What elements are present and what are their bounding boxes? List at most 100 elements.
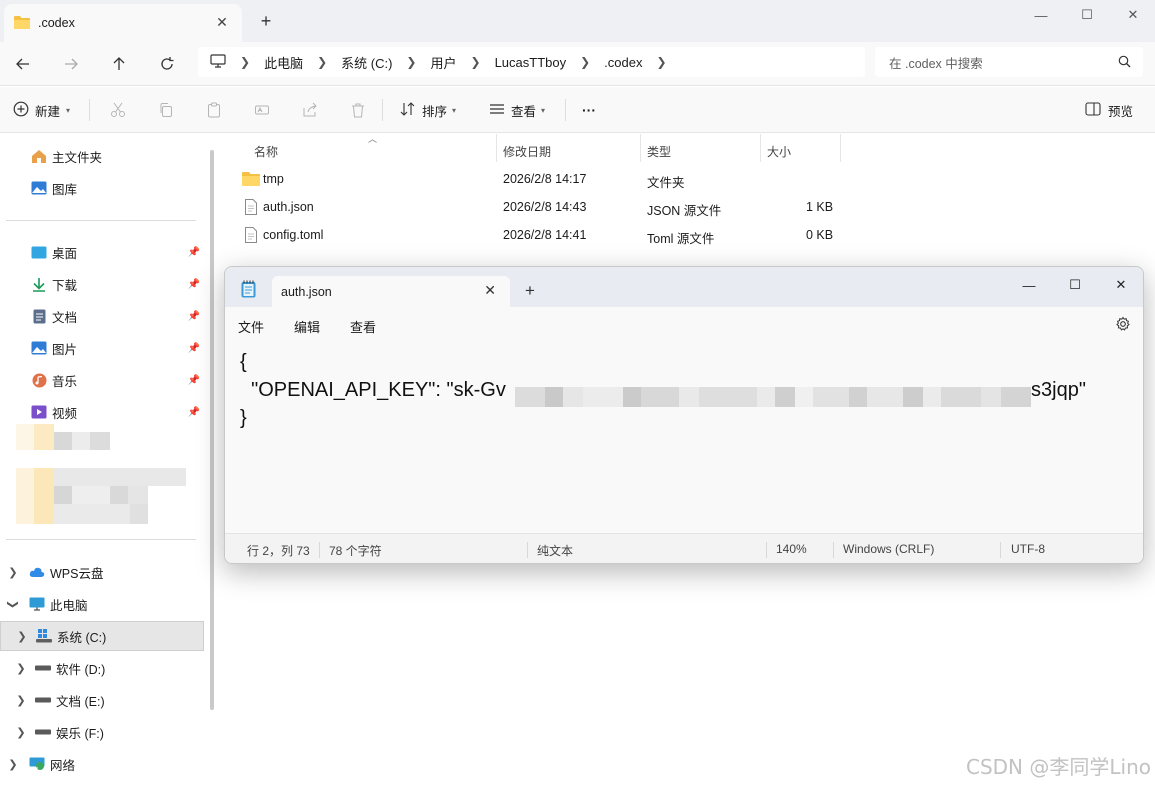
sort-button[interactable]: 排序 ▾ xyxy=(400,99,456,121)
divider xyxy=(319,542,320,558)
chevron-right-icon[interactable]: ❯ xyxy=(15,630,29,643)
refresh-icon[interactable] xyxy=(153,50,181,78)
download-icon xyxy=(30,276,48,292)
sidebar-item-documents[interactable]: 文档 📌 xyxy=(0,303,204,329)
sidebar-item-drive-f[interactable]: ❯ 娱乐 (F:) xyxy=(0,719,204,745)
breadcrumb-chevron-icon[interactable]: ❯ xyxy=(240,55,250,69)
preview-button[interactable]: 预览 xyxy=(1085,99,1133,121)
address-bar[interactable]: ❯ 此电脑 ❯ 系统 (C:) ❯ 用户 ❯ LucasTTboy ❯ .cod… xyxy=(198,47,865,77)
search-icon[interactable] xyxy=(1118,55,1131,71)
chevron-right-icon[interactable]: ❯ xyxy=(14,662,28,675)
up-arrow-icon[interactable] xyxy=(105,50,133,78)
breadcrumb-chevron-icon[interactable]: ❯ xyxy=(580,55,590,69)
pin-icon[interactable]: 📌 xyxy=(188,311,200,322)
folder-icon xyxy=(14,15,30,32)
sidebar-item-music[interactable]: 音乐 📌 xyxy=(0,367,204,393)
breadcrumb-chevron-icon[interactable]: ❯ xyxy=(406,55,416,69)
maximize-icon[interactable]: ☐ xyxy=(1055,271,1095,299)
column-header-size[interactable]: 大小 xyxy=(767,138,791,164)
file-date: 2026/2/8 14:17 xyxy=(503,172,587,186)
chevron-right-icon[interactable]: ❯ xyxy=(14,694,28,707)
search-input[interactable]: 在 .codex 中搜索 xyxy=(875,47,1143,77)
sidebar-item-drive-d[interactable]: ❯ 软件 (D:) xyxy=(0,655,204,681)
chevron-down-icon[interactable]: ❯ xyxy=(7,597,20,611)
sidebar-item-home[interactable]: 主文件夹 xyxy=(0,143,204,169)
sidebar-item-this-pc[interactable]: ❯ 此电脑 xyxy=(0,591,204,617)
explorer-tab[interactable]: .codex ✕ xyxy=(4,4,242,42)
close-tab-icon[interactable]: ✕ xyxy=(214,14,230,30)
sidebar-item-network[interactable]: ❯ 网络 xyxy=(0,751,204,777)
breadcrumb-chevron-icon[interactable]: ❯ xyxy=(656,55,666,69)
file-row[interactable]: config.toml 2026/2/8 14:41 Toml 源文件 0 KB xyxy=(222,222,1155,250)
sidebar-item-desktop[interactable]: 桌面 📌 xyxy=(0,239,204,265)
chevron-right-icon[interactable]: ❯ xyxy=(6,566,20,579)
sidebar-item-downloads[interactable]: 下载 📌 xyxy=(0,271,204,297)
sidebar-item-label: 软件 (D:) xyxy=(56,662,106,677)
menu-edit[interactable]: 编辑 xyxy=(294,317,320,336)
sidebar-item-videos[interactable]: 视频 📌 xyxy=(0,399,204,425)
notepad-tab[interactable]: auth.json ✕ xyxy=(272,276,510,307)
breadcrumb-chevron-icon[interactable]: ❯ xyxy=(471,55,481,69)
text-editor[interactable]: { "OPENAI_API_KEY": "sk-Gv s3jqp" } xyxy=(225,341,1143,533)
sidebar-scrollbar[interactable] xyxy=(210,150,214,710)
sidebar-item-pictures[interactable]: 图片 📌 xyxy=(0,335,204,361)
column-divider[interactable] xyxy=(640,134,641,162)
divider xyxy=(89,99,90,121)
sidebar-item-wps-cloud[interactable]: ❯ WPS云盘 xyxy=(0,559,204,585)
maximize-icon[interactable]: ☐ xyxy=(1064,0,1110,30)
breadcrumb-user[interactable]: LucasTTboy xyxy=(495,55,567,70)
music-icon xyxy=(30,372,48,388)
copy-icon[interactable] xyxy=(156,100,176,120)
sidebar-item-label: 下载 xyxy=(52,278,78,293)
notepad-window: auth.json ✕ + — ☐ ✕ 文件 编辑 查看 { "OPENAI_A… xyxy=(224,266,1144,564)
file-row[interactable]: tmp 2026/2/8 14:17 文件夹 xyxy=(222,166,1155,194)
column-divider[interactable] xyxy=(840,134,841,162)
pin-icon[interactable]: 📌 xyxy=(188,407,200,418)
sidebar-item-gallery[interactable]: 图库 xyxy=(0,175,204,201)
rename-icon[interactable] xyxy=(252,100,272,120)
status-zoom[interactable]: 140% xyxy=(776,542,807,556)
breadcrumb-this-pc[interactable]: 此电脑 xyxy=(264,53,303,72)
new-tab-button[interactable]: + xyxy=(256,11,276,31)
file-row[interactable]: auth.json 2026/2/8 14:43 JSON 源文件 1 KB xyxy=(222,194,1155,222)
pin-icon[interactable]: 📌 xyxy=(188,279,200,290)
close-window-icon[interactable]: ✕ xyxy=(1110,0,1155,30)
back-arrow-icon[interactable] xyxy=(9,50,37,78)
breadcrumb-users[interactable]: 用户 xyxy=(430,53,456,72)
breadcrumb-system-c[interactable]: 系统 (C:) xyxy=(341,53,392,72)
navigation-pane: 主文件夹 图库 桌面 📌 下载 📌 文档 📌 图片 📌 音乐 📌 视频 📌 ❯ … xyxy=(0,134,206,788)
sidebar-item-label: 视频 xyxy=(52,406,78,421)
new-button[interactable]: 新建 ▾ xyxy=(13,99,70,121)
pin-icon[interactable]: 📌 xyxy=(188,343,200,354)
pin-icon[interactable]: 📌 xyxy=(188,375,200,386)
column-divider[interactable] xyxy=(760,134,761,162)
share-icon[interactable] xyxy=(300,100,320,120)
pin-icon[interactable]: 📌 xyxy=(188,247,200,258)
view-button[interactable]: 查看 ▾ xyxy=(489,99,545,121)
column-header-type[interactable]: 类型 xyxy=(647,138,671,164)
column-header-name[interactable]: 名称 xyxy=(254,138,278,164)
breadcrumb-codex[interactable]: .codex xyxy=(604,55,642,70)
menu-view[interactable]: 查看 xyxy=(350,317,376,336)
new-tab-button[interactable]: + xyxy=(525,281,535,301)
explorer-tab-title: .codex xyxy=(38,16,75,30)
close-window-icon[interactable]: ✕ xyxy=(1101,271,1141,299)
status-cursor-position[interactable]: 行 2，列 73 xyxy=(247,542,310,559)
forward-arrow-icon[interactable] xyxy=(57,50,85,78)
column-header-date[interactable]: 修改日期 xyxy=(503,138,551,164)
breadcrumb-chevron-icon[interactable]: ❯ xyxy=(317,55,327,69)
menu-file[interactable]: 文件 xyxy=(238,317,264,336)
paste-icon[interactable] xyxy=(204,100,224,120)
sidebar-item-drive-e[interactable]: ❯ 文档 (E:) xyxy=(0,687,204,713)
gear-icon[interactable] xyxy=(1115,316,1131,335)
chevron-right-icon[interactable]: ❯ xyxy=(14,726,28,739)
minimize-icon[interactable]: — xyxy=(1009,271,1049,299)
more-options-button[interactable]: ··· xyxy=(582,99,596,121)
delete-icon[interactable] xyxy=(348,100,368,120)
sidebar-item-drive-c[interactable]: ❯ 系统 (C:) xyxy=(0,621,204,651)
chevron-right-icon[interactable]: ❯ xyxy=(6,758,20,771)
cut-icon[interactable] xyxy=(108,100,128,120)
close-tab-icon[interactable]: ✕ xyxy=(484,282,496,299)
minimize-icon[interactable]: — xyxy=(1018,0,1064,30)
column-divider[interactable] xyxy=(496,134,497,162)
